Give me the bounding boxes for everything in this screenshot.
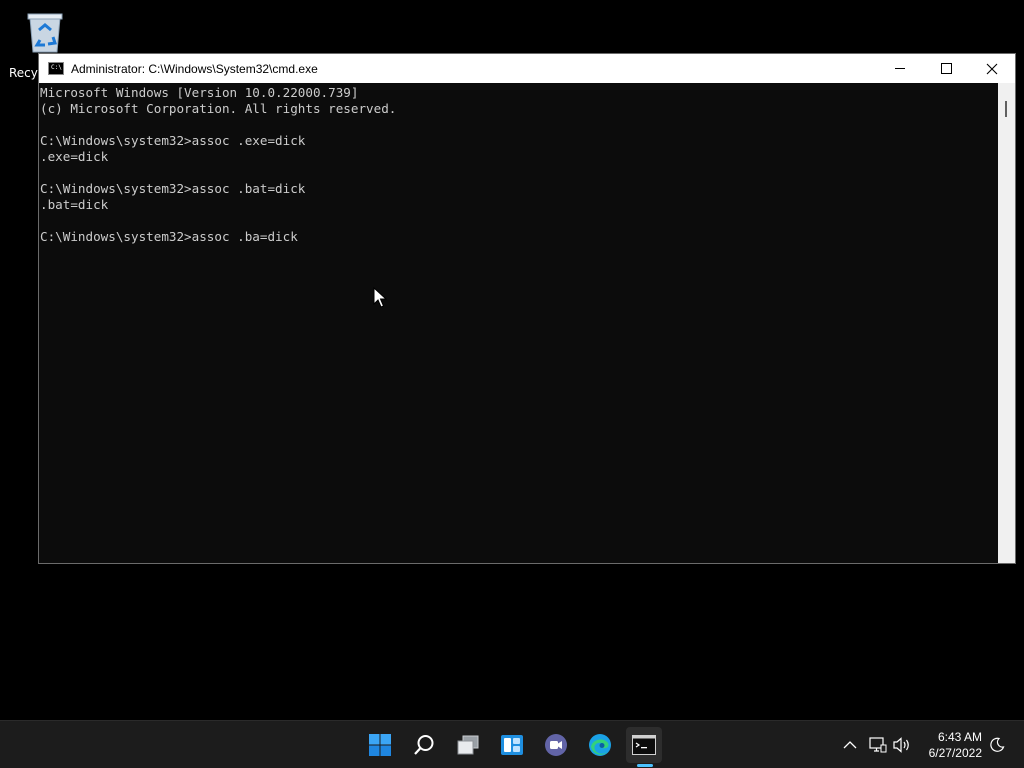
start-icon	[369, 734, 391, 756]
teams-chat-icon	[545, 734, 567, 756]
volume-icon	[893, 737, 909, 753]
task-view-icon	[457, 735, 479, 755]
vertical-scrollbar[interactable]	[998, 83, 1015, 563]
edge-button[interactable]	[582, 727, 618, 763]
search-icon	[414, 735, 434, 755]
console-line: .exe=dick	[40, 149, 109, 164]
console-line: C:\Windows\system32>assoc .bat=dick	[40, 181, 306, 196]
scrollbar-thumb[interactable]	[1005, 101, 1007, 117]
task-view-button[interactable]	[450, 727, 486, 763]
volume-button[interactable]	[891, 735, 913, 755]
close-button[interactable]	[969, 54, 1015, 83]
minimize-icon	[895, 68, 905, 69]
widgets-button[interactable]	[494, 727, 530, 763]
clock-date: 6/27/2022	[928, 746, 982, 760]
console-output[interactable]: Microsoft Windows [Version 10.0.22000.73…	[39, 83, 999, 563]
command-prompt-taskbar-button[interactable]	[626, 727, 662, 763]
command-prompt-icon	[632, 735, 656, 755]
teams-chat-button[interactable]	[538, 727, 574, 763]
focus-assist-icon	[990, 737, 1005, 752]
recycle-bin-icon	[27, 13, 63, 53]
system-clock[interactable]: 6:43 AM 6/27/2022	[929, 729, 982, 761]
close-icon	[986, 63, 998, 74]
console-line: C:\Windows\system32>assoc .exe=dick	[40, 133, 306, 148]
maximize-icon	[940, 63, 952, 74]
edge-icon	[589, 734, 611, 756]
cmd-app-icon[interactable]: C:\	[48, 62, 64, 75]
taskbar: 6:43 AM 6/27/2022	[0, 720, 1024, 768]
maximize-button[interactable]	[923, 54, 969, 83]
mouse-pointer-icon	[373, 287, 387, 308]
cmd-window: C:\ Administrator: C:\Windows\System32\c…	[38, 53, 1016, 564]
console-line: Microsoft Windows [Version 10.0.22000.73…	[40, 85, 359, 100]
widgets-icon	[501, 735, 523, 755]
focus-assist-button[interactable]	[986, 735, 1008, 755]
console-line: C:\Windows\system32>assoc .ba=dick	[40, 229, 298, 244]
console-text: Microsoft Windows [Version 10.0.22000.73…	[39, 83, 999, 245]
console-line: .bat=dick	[40, 197, 109, 212]
network-icon	[869, 737, 887, 753]
search-button[interactable]	[406, 727, 442, 763]
start-button[interactable]	[362, 727, 398, 763]
console-line: (c) Microsoft Corporation. All rights re…	[40, 101, 397, 116]
cmd-app-icon-text: C:\	[51, 64, 62, 71]
clock-time: 6:43 AM	[937, 730, 982, 744]
chevron-up-icon	[843, 741, 857, 749]
active-app-indicator	[637, 764, 653, 767]
network-button[interactable]	[867, 735, 889, 755]
window-title: Administrator: C:\Windows\System32\cmd.e…	[71, 61, 318, 76]
show-hidden-icons-button[interactable]	[839, 735, 861, 755]
title-bar[interactable]: C:\ Administrator: C:\Windows\System32\c…	[39, 54, 1015, 83]
minimize-button[interactable]	[877, 54, 923, 83]
